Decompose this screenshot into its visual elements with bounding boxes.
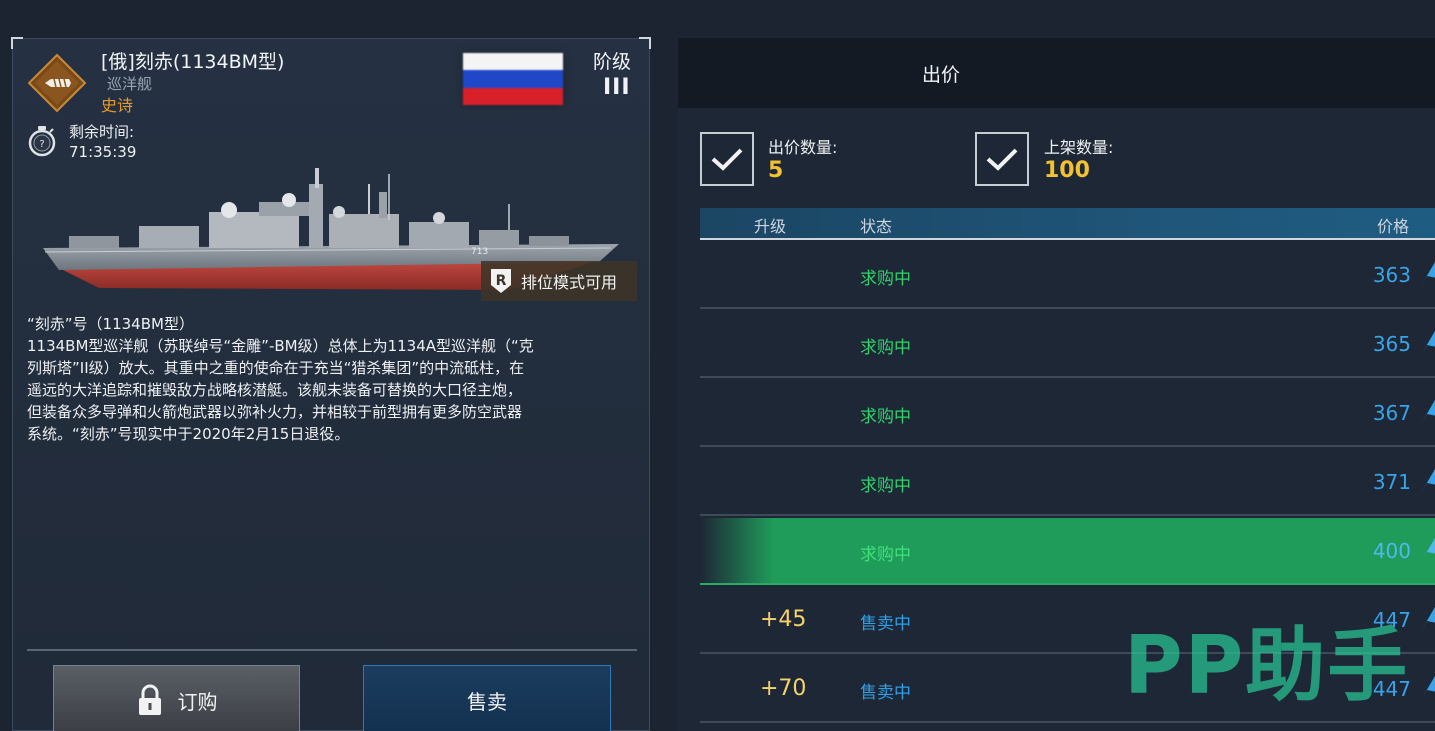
status-value: 求购中 bbox=[860, 407, 911, 427]
price-value: 363 bbox=[1372, 263, 1411, 287]
status-value: 求购中 bbox=[860, 545, 911, 565]
currency-icon bbox=[1421, 538, 1435, 562]
bid-quantity-label: 出价数量: bbox=[768, 138, 838, 157]
column-price: 价格 bbox=[1376, 217, 1409, 236]
sell-button[interactable]: 售卖 bbox=[363, 665, 611, 731]
subscribe-button[interactable]: 订购 bbox=[53, 665, 300, 731]
listed-quantity-label: 上架数量: bbox=[1044, 138, 1114, 157]
price-value: 400 bbox=[1372, 539, 1411, 563]
currency-icon bbox=[1421, 400, 1435, 424]
price-value: 371 bbox=[1372, 470, 1411, 494]
sell-label: 售卖 bbox=[467, 689, 507, 714]
upgrade-value: +45 bbox=[760, 607, 807, 632]
bid-quantity-checkbox[interactable] bbox=[700, 132, 754, 186]
listed-quantity-checkbox[interactable] bbox=[975, 132, 1029, 186]
listed-quantity-value: 100 bbox=[1044, 158, 1090, 183]
column-status: 状态 bbox=[860, 217, 893, 236]
ranked-r-icon: R bbox=[491, 269, 511, 293]
status-value: 售卖中 bbox=[860, 683, 911, 703]
currency-icon bbox=[1421, 469, 1435, 493]
svg-text:?: ? bbox=[39, 139, 44, 150]
bid-panel-header: 出价 bbox=[678, 38, 1435, 108]
checkmark-icon bbox=[711, 148, 743, 171]
bid-quantity-value: 5 bbox=[768, 158, 784, 183]
currency-icon bbox=[1421, 676, 1435, 700]
currency-icon bbox=[1421, 262, 1435, 286]
description-line: 1134BM型巡洋舰（苏联绰号“金雕”-BM级）总体上为1134A型巡洋舰（“克 bbox=[27, 337, 534, 355]
description-line: 列斯塔”II级）放大。其重中之重的使命在于充当“猎杀集团”的中流砥柱，在 bbox=[27, 359, 525, 377]
description-line: 但装备众多导弹和火箭炮武器以弥补火力，并相较于前型拥有更多防空武器 bbox=[27, 403, 523, 421]
currency-icon bbox=[1421, 331, 1435, 355]
currency-icon bbox=[1421, 607, 1435, 631]
ranked-mode-badge: R 排位模式可用 bbox=[481, 261, 637, 301]
description-line: 系统。“刻赤”号现实中于2020年2月15日退役。 bbox=[27, 425, 350, 443]
status-value: 求购中 bbox=[860, 476, 911, 496]
ship-name: [俄]刻赤(1134BM型) bbox=[101, 51, 285, 73]
remaining-time-label: 剩余时间: bbox=[69, 123, 135, 141]
tier-value: III bbox=[603, 75, 631, 100]
order-row[interactable]: 求购中 371 bbox=[700, 449, 1435, 516]
lock-icon bbox=[138, 684, 161, 715]
status-value: 售卖中 bbox=[860, 614, 911, 634]
ship-rarity: 史诗 bbox=[101, 96, 134, 115]
price-value: 367 bbox=[1372, 401, 1411, 425]
hull-number: 713 bbox=[471, 247, 488, 257]
ship-description: “刻赤”号（1134BM型） 1134BM型巡洋舰（苏联绰号“金雕”-BM级）总… bbox=[27, 313, 639, 445]
checkmark-icon bbox=[986, 148, 1018, 171]
bid-panel-title: 出价 bbox=[922, 63, 961, 86]
order-row[interactable]: 求购中 363 bbox=[700, 242, 1435, 309]
order-row[interactable]: 求购中 365 bbox=[700, 311, 1435, 378]
upgrade-value: +70 bbox=[760, 676, 807, 701]
column-upgrade: 升级 bbox=[754, 217, 787, 236]
divider bbox=[27, 649, 637, 651]
svg-text:R: R bbox=[496, 273, 507, 289]
remaining-time-value: 71:35:39 bbox=[69, 143, 137, 161]
price-value: 365 bbox=[1372, 332, 1411, 356]
ranked-mode-label: 排位模式可用 bbox=[521, 273, 618, 292]
status-value: 求购中 bbox=[860, 338, 911, 358]
order-row[interactable]: 求购中 367 bbox=[700, 380, 1435, 447]
subscribe-label: 订购 bbox=[177, 689, 218, 714]
stopwatch-icon: ? bbox=[28, 126, 56, 157]
russia-flag-icon bbox=[463, 53, 563, 105]
watermark: PP助手 bbox=[1124, 619, 1410, 712]
ship-type: 巡洋舰 bbox=[107, 75, 153, 93]
description-line: 遥远的大洋追踪和摧毁敌方战略核潜艇。该舰未装备可替换的大口径主炮， bbox=[27, 381, 523, 399]
cruiser-class-icon bbox=[27, 53, 87, 113]
tier-label: 阶级 bbox=[593, 51, 632, 73]
status-value: 求购中 bbox=[860, 269, 911, 289]
order-row-selected[interactable]: 求购中 400 bbox=[700, 518, 1435, 585]
description-line: “刻赤”号（1134BM型） bbox=[27, 315, 194, 333]
ship-detail-panel: [俄]刻赤(1134BM型) 巡洋舰 史诗 阶级 III ? 剩余时间: 71:… bbox=[11, 37, 651, 731]
orders-table-header: 升级 状态 价格 bbox=[700, 208, 1435, 240]
